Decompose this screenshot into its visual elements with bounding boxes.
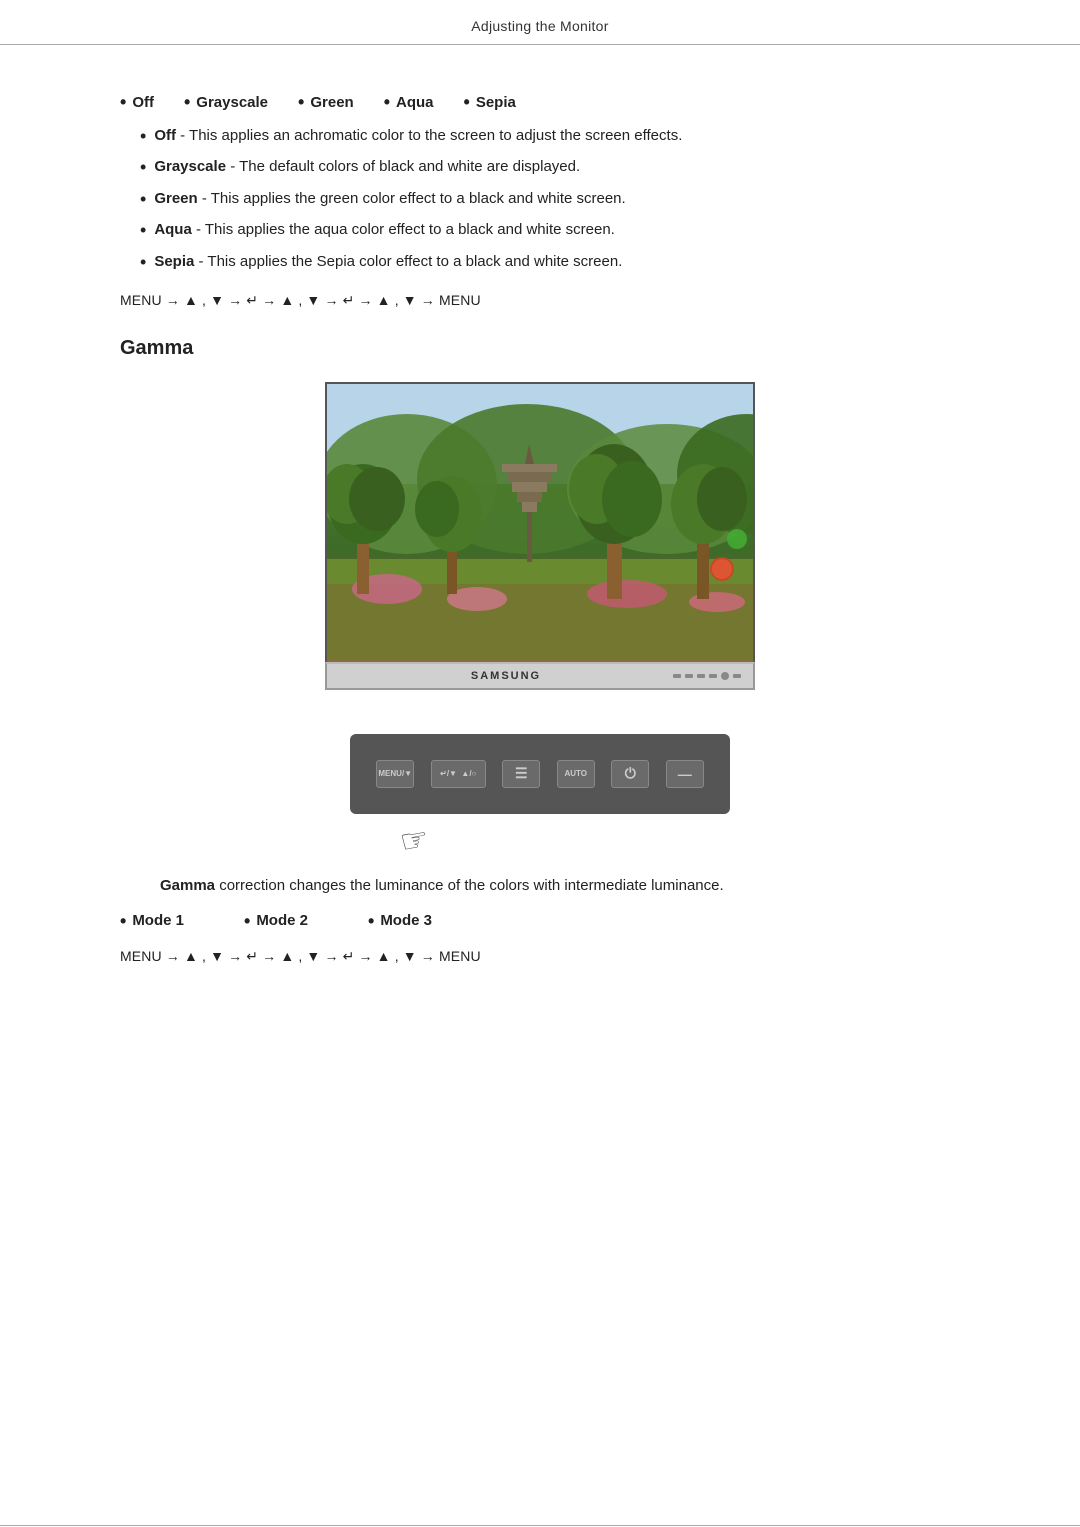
ctrl-minus-face: — (666, 760, 704, 788)
desc-sepia: • Sepia - This applies the Sepia color e… (140, 251, 960, 274)
term-sepia: Sepia (154, 253, 194, 270)
samsung-logo: SAMSUNG (339, 670, 673, 682)
monitor-btn-4 (709, 674, 717, 678)
desc-sepia-text: - This applies the Sepia color effect to… (199, 253, 623, 270)
monitor-btn-power (721, 672, 729, 680)
mode-2: • Mode 2 (244, 912, 308, 930)
desc-green-text: - This applies the green color effect to… (202, 190, 626, 207)
monitor-buttons-right (673, 672, 741, 680)
hand-cursor-icon: ☞ (397, 819, 432, 861)
option-grayscale-label: Grayscale (196, 94, 268, 111)
ctrl-power-btn: ⏻ (611, 760, 649, 788)
page-title: Adjusting the Monitor (471, 18, 608, 34)
term-green: Green (154, 190, 197, 207)
ctrl-minus-btn: — (666, 760, 704, 788)
monitor-base-bar: SAMSUNG (325, 662, 755, 690)
ctrl-auto-btn: AUTO (557, 760, 595, 788)
nav-sequence-1: MENU → ▲ , ▼ → ↵ → ▲ , ▼ → ↵ → ▲ , ▼ → M… (120, 292, 960, 309)
option-grayscale: • Grayscale (184, 93, 268, 111)
mode-3-label: Mode 3 (380, 912, 432, 929)
page-header: Adjusting the Monitor (0, 0, 1080, 45)
option-aqua: • Aqua (384, 93, 434, 111)
gamma-title: Gamma (120, 337, 960, 360)
option-off-label: Off (132, 94, 154, 111)
mode-3: • Mode 3 (368, 912, 432, 930)
control-panel: MENU/▼ ↵/▼ ▲/○ ☰ AUTO ⏻ — (350, 734, 730, 814)
option-aqua-label: Aqua (396, 94, 434, 111)
page-content: • Off • Grayscale • Green • Aqua • Sepia… (0, 45, 1080, 1033)
desc-grayscale: • Grayscale - The default colors of blac… (140, 156, 960, 179)
desc-grayscale-text: - The default colors of black and white … (230, 158, 580, 175)
monitor-btn-2 (685, 674, 693, 678)
ctrl-menu-btn: MENU/▼ (376, 760, 414, 788)
gamma-desc-prefix: Gamma (160, 877, 215, 894)
gamma-desc-rest: correction changes the luminance of the … (215, 877, 724, 894)
option-green-label: Green (310, 94, 353, 111)
term-aqua: Aqua (154, 221, 192, 238)
ctrl-menu-face: MENU/▼ (376, 760, 414, 788)
option-off: • Off (120, 93, 154, 111)
ctrl-power-face: ⏻ (611, 760, 649, 788)
option-sepia-label: Sepia (476, 94, 516, 111)
monitor-btn-1 (673, 674, 681, 678)
gamma-description: Gamma correction changes the luminance o… (160, 874, 960, 898)
description-list: • Off - This applies an achromatic color… (120, 125, 960, 274)
monitor-screen (325, 382, 755, 662)
monitor-image-area: SAMSUNG MENU/▼ ↵/▼ ▲/○ (120, 382, 960, 814)
color-options-row: • Off • Grayscale • Green • Aqua • Sepia (120, 93, 960, 111)
ctrl-settings-face: ☰ (502, 760, 540, 788)
ctrl-enter-btn: ↵/▼ ▲/○ (431, 760, 486, 788)
ctrl-settings-btn: ☰ (502, 760, 540, 788)
ctrl-auto-face: AUTO (557, 760, 595, 788)
monitor-btn-3 (697, 674, 705, 678)
ctrl-enter-face: ↵/▼ ▲/○ (431, 760, 486, 788)
desc-aqua: • Aqua - This applies the aqua color eff… (140, 219, 960, 242)
mode-2-label: Mode 2 (256, 912, 308, 929)
desc-aqua-text: - This applies the aqua color effect to … (196, 221, 615, 238)
mode-1: • Mode 1 (120, 912, 184, 930)
desc-off: • Off - This applies an achromatic color… (140, 125, 960, 148)
monitor-wrapper: SAMSUNG (325, 382, 755, 690)
option-sepia: • Sepia (464, 93, 516, 111)
garden-svg (327, 384, 753, 660)
mode-1-label: Mode 1 (132, 912, 184, 929)
control-panel-area: MENU/▼ ↵/▼ ▲/○ ☰ AUTO ⏻ — ☞ (350, 724, 730, 814)
term-off: Off (154, 127, 176, 144)
nav-sequence-2: MENU → ▲ , ▼ → ↵ → ▲ , ▼ → ↵ → ▲ , ▼ → M… (120, 948, 960, 965)
monitor-btn-5 (733, 674, 741, 678)
option-green: • Green (298, 93, 354, 111)
term-grayscale: Grayscale (154, 158, 226, 175)
desc-off-text: - This applies an achromatic color to th… (180, 127, 682, 144)
desc-green: • Green - This applies the green color e… (140, 188, 960, 211)
modes-row: • Mode 1 • Mode 2 • Mode 3 (120, 912, 960, 930)
